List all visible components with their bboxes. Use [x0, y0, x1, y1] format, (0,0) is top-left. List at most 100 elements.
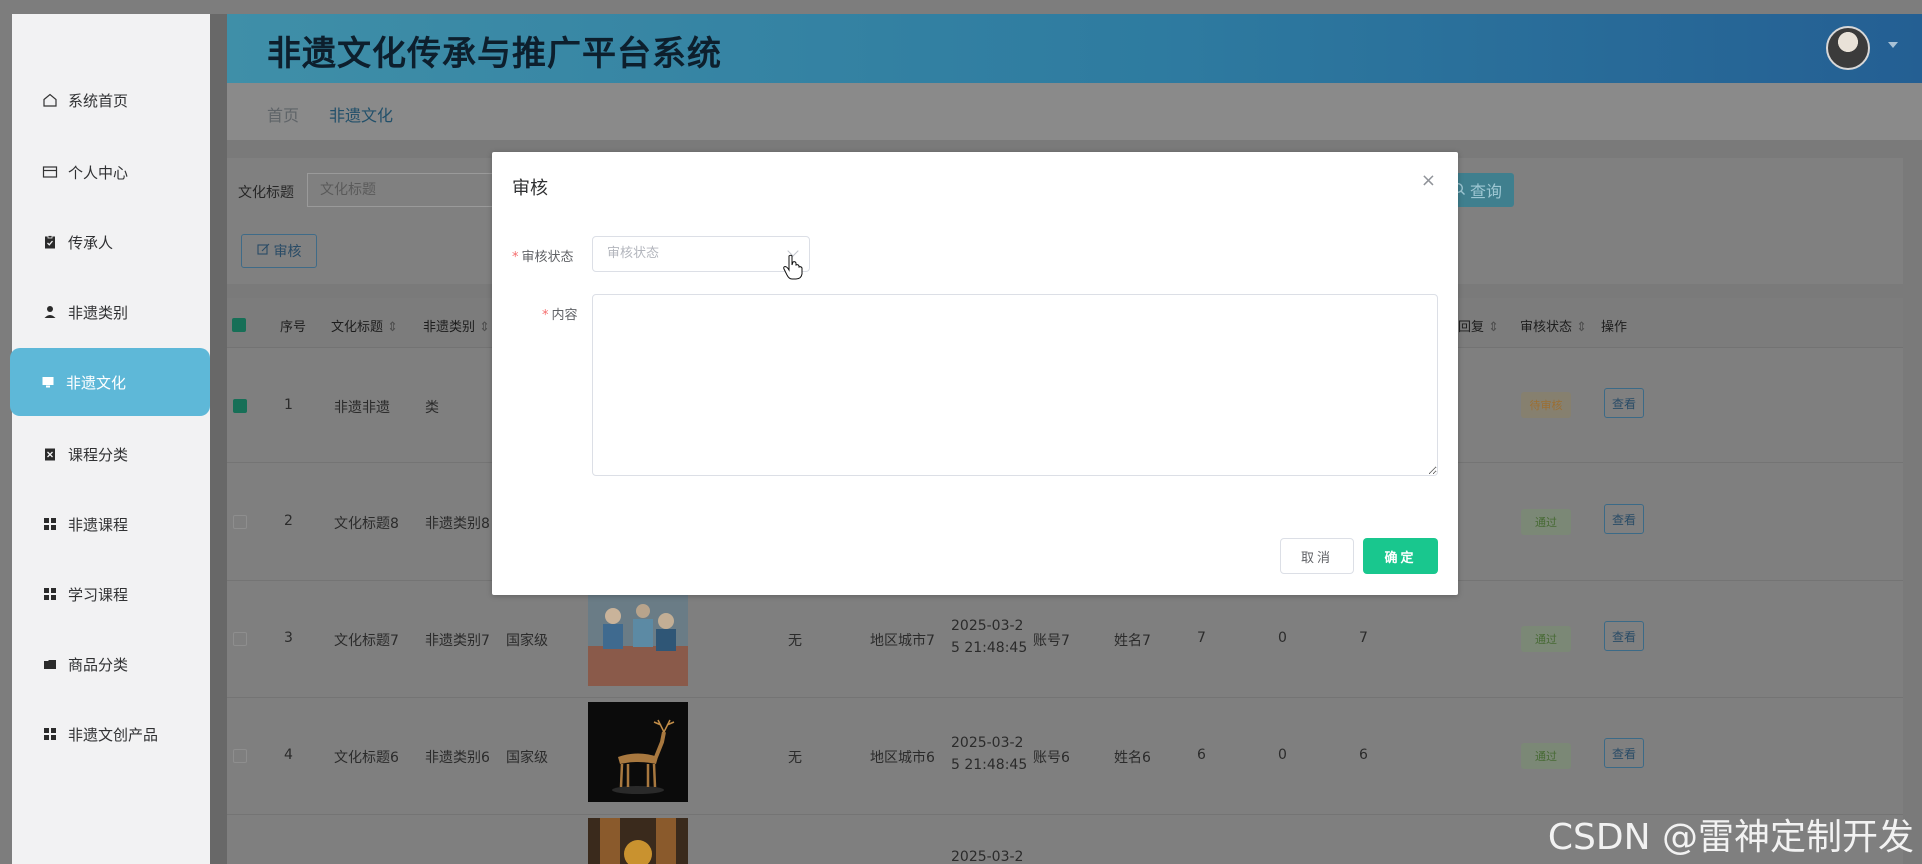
sidebar-item-products[interactable]: 非遗文创产品 [12, 700, 210, 768]
cell-account: 账号7 [1033, 633, 1070, 649]
sidebar-item-culture[interactable]: 非遗文化 [10, 348, 210, 416]
select-all-checkbox[interactable] [232, 318, 246, 332]
grid-icon [42, 516, 58, 532]
row-checkbox[interactable] [233, 399, 247, 413]
audit-dialog: 审核 × * 审核状态 审核状态 * 内容 取消 确定 [492, 152, 1458, 595]
breadcrumb-home[interactable]: 首页 [267, 102, 299, 126]
cell-index: 1 [284, 397, 293, 413]
status-badge: 通过 [1521, 743, 1571, 769]
audit-button[interactable]: 审核 [241, 234, 317, 268]
cell-description: 无 [788, 633, 802, 649]
chevron-down-icon[interactable] [1888, 42, 1898, 48]
sidebar-divider [210, 14, 227, 864]
status-select-placeholder: 审核状态 [607, 246, 660, 261]
sidebar-item-inheritor[interactable]: 传承人 [12, 208, 210, 276]
sidebar-item-course-category[interactable]: 课程分类 [12, 420, 210, 488]
column-header-reply[interactable]: 回复 ⇕ [1458, 316, 1499, 335]
cell-title: 非遗非遗 [334, 400, 390, 416]
cell-region: 地区城市7 [870, 633, 935, 649]
sidebar-item-label: 非遗类别 [68, 303, 129, 322]
cell-title: 文化标题6 [334, 750, 399, 766]
sidebar-item-label: 非遗文化 [66, 373, 127, 392]
cell-title: 文化标题7 [334, 633, 399, 649]
sidebar-item-label: 非遗文创产品 [68, 725, 159, 744]
view-button[interactable]: 查看 [1604, 738, 1644, 768]
sort-icon: ⇕ [387, 320, 399, 335]
status-badge: 通过 [1521, 509, 1571, 535]
column-header-action: 操作 [1601, 320, 1628, 335]
cell-category: 非遗类别6 [425, 750, 490, 766]
sidebar-item-label: 个人中心 [68, 163, 129, 182]
row-checkbox[interactable] [233, 515, 247, 529]
folder-icon [42, 656, 58, 672]
sort-icon: ⇕ [1576, 320, 1588, 335]
view-button[interactable]: 查看 [1604, 504, 1644, 534]
view-button[interactable]: 查看 [1604, 388, 1644, 418]
cell-count: 0 [1278, 747, 1287, 763]
sidebar-item-label: 传承人 [68, 233, 114, 252]
sidebar-item-study-course[interactable]: 学习课程 [12, 560, 210, 628]
column-header-status[interactable]: 审核状态 ⇕ [1520, 316, 1587, 335]
cell-level: 国家级 [506, 750, 548, 766]
clipboard-icon [42, 234, 58, 250]
cell-count: 7 [1197, 630, 1206, 646]
sidebar-item-heritage-course[interactable]: 非遗课程 [12, 490, 210, 558]
content-field-label: * 内容 [542, 308, 578, 323]
avatar[interactable] [1826, 26, 1870, 70]
column-header-index: 序号 [280, 320, 307, 335]
required-mark: * [542, 308, 549, 323]
search-button-label: 查询 [1469, 182, 1502, 201]
id-card-icon [42, 164, 58, 180]
cell-date: 2025-03-2 5 21:48:45 [951, 618, 1028, 656]
cell-count: 7 [1359, 630, 1368, 646]
watermark: CSDN @雷神定制开发 [1547, 817, 1914, 858]
cell-name: 姓名6 [1114, 750, 1151, 766]
row-divider [227, 697, 1903, 698]
cell-region: 地区城市6 [870, 750, 935, 766]
sidebar-item-label: 系统首页 [68, 91, 129, 110]
required-mark: * [512, 250, 519, 265]
cell-index: 3 [284, 630, 293, 646]
row-checkbox[interactable] [233, 749, 247, 763]
cell-count: 6 [1197, 747, 1206, 763]
search-label: 文化标题 [238, 185, 294, 201]
status-field-label: * 审核状态 [512, 250, 574, 265]
sidebar-item-profile[interactable]: 个人中心 [12, 138, 210, 206]
column-header-title[interactable]: 文化标题 ⇕ [331, 316, 398, 335]
sidebar-item-goods-category[interactable]: 商品分类 [12, 630, 210, 698]
column-header-category[interactable]: 非遗类别 ⇕ [423, 316, 490, 335]
cell-index: 2 [284, 513, 293, 529]
audit-button-label: 审核 [273, 244, 302, 260]
cancel-button[interactable]: 取消 [1280, 538, 1354, 574]
cell-account: 账号6 [1033, 750, 1070, 766]
monitor-icon [40, 374, 56, 390]
sort-icon: ⇕ [479, 320, 491, 335]
cell-title: 文化标题8 [334, 516, 399, 532]
row-image [588, 702, 688, 802]
grid-icon [42, 586, 58, 602]
content-textarea[interactable] [592, 294, 1438, 476]
cell-count: 0 [1278, 630, 1287, 646]
sidebar-item-label: 学习课程 [68, 585, 129, 604]
status-badge: 待审核 [1521, 392, 1571, 418]
row-checkbox[interactable] [233, 632, 247, 646]
user-icon [42, 304, 58, 320]
sidebar-item-home[interactable]: 系统首页 [12, 66, 210, 134]
status-select[interactable]: 审核状态 [592, 236, 810, 272]
grid-icon [42, 726, 58, 742]
search-input[interactable]: 文化标题 [307, 173, 497, 207]
row-image [588, 586, 688, 686]
edit-icon [256, 243, 270, 260]
cell-level: 国家级 [506, 633, 548, 649]
breadcrumb: 首页 非遗文化 [227, 83, 1922, 140]
view-button[interactable]: 查看 [1604, 621, 1644, 651]
cell-category: 非遗类别7 [425, 633, 490, 649]
sidebar-item-category[interactable]: 非遗类别 [12, 278, 210, 346]
cell-count: 6 [1359, 747, 1368, 763]
cell-index: 4 [284, 747, 293, 763]
breadcrumb-current: 非遗文化 [329, 106, 394, 125]
confirm-button[interactable]: 确定 [1363, 538, 1438, 574]
sidebar-item-label: 课程分类 [68, 445, 129, 464]
close-icon[interactable]: × [1421, 170, 1436, 191]
row-image [588, 818, 688, 864]
